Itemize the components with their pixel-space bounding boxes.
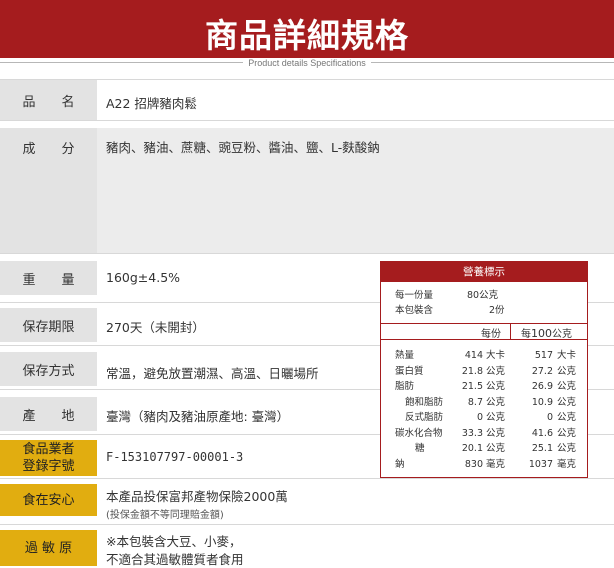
serving-size-label: 每一份量 xyxy=(395,290,434,301)
label-ingredients: 成 分 xyxy=(0,128,97,253)
nutrition-row-per-100g: 26.9 xyxy=(531,381,553,392)
nutrition-row-unit: 公克 xyxy=(486,365,506,377)
nutrition-row-unit: 公克 xyxy=(486,443,506,454)
nutrition-divider xyxy=(381,339,587,340)
header-subtitle-text: Product details Specifications xyxy=(243,58,371,68)
nutrition-row-unit: 公克 xyxy=(486,381,506,392)
value-allergen-line2: 不適合其過敏體質者食用 xyxy=(106,552,244,567)
nutrition-row-per-100g: 0 xyxy=(546,412,553,423)
header-banner: 商品詳細規格 xyxy=(0,0,614,58)
nutrition-row-unit: 公克 xyxy=(486,427,506,439)
nutrition-table: 營養標示 每一份量 80公克 本包裝含 2份 每份 每100公克 熱量 414 大卡… xyxy=(380,261,588,478)
row-divider xyxy=(0,478,614,479)
nutrition-row-name: 熱量 xyxy=(395,350,415,361)
value-origin: 臺灣（豬肉及豬油原產地: 臺灣） xyxy=(106,409,290,424)
nutrition-title: 營養標示 xyxy=(381,262,587,282)
nutrition-row-per-100g: 25.1 xyxy=(531,443,553,454)
nutrition-row-unit: 毫克 xyxy=(486,458,506,470)
value-ingredients: 豬肉、豬油、蔗糖、豌豆粉、醬油、鹽、L-麩酸鈉 xyxy=(106,140,380,155)
nutrition-row-name: 脂肪 xyxy=(395,381,415,392)
nutrition-row-unit: 公克 xyxy=(557,427,577,439)
nutrition-row-name: 飽和脂肪 xyxy=(405,396,444,408)
page-title: 商品詳細規格 xyxy=(205,16,409,55)
nutrition-row-per-serving: 830 xyxy=(464,458,483,470)
nutrition-row-unit: 公克 xyxy=(486,412,506,423)
nutrition-row-per-serving: 414 xyxy=(464,350,483,361)
nutrition-row-unit: 大卡 xyxy=(557,350,577,361)
label-weight: 重 量 xyxy=(0,261,97,295)
nutrition-row-per-100g: 27.2 xyxy=(531,365,553,377)
label-shelf-life: 保存期限 xyxy=(0,308,97,342)
nutrition-row-name: 蛋白質 xyxy=(395,365,424,377)
value-registration: F-153107797-00001-3 xyxy=(106,450,244,464)
nutrition-row-unit: 公克 xyxy=(557,443,577,454)
nutrition-row-name: 反式脂肪 xyxy=(405,412,444,423)
row-divider xyxy=(0,524,614,525)
nutrition-row-unit: 公克 xyxy=(557,412,577,423)
label-origin: 產 地 xyxy=(0,397,97,431)
nutrition-row-name: 碳水化合物 xyxy=(395,427,443,439)
label-registration: 食品業者 登錄字號 xyxy=(0,440,97,476)
nutrition-row-per-serving: 33.3 xyxy=(461,427,483,439)
label-product-name: 品 名 xyxy=(0,80,97,120)
nutrition-row-per-100g: 41.6 xyxy=(531,427,553,439)
value-shelf-life: 270天（未開封） xyxy=(106,320,205,335)
nutrition-row-per-serving: 0 xyxy=(476,412,483,423)
nutrition-row-per-serving: 8.7 xyxy=(467,396,483,408)
serving-size-value: 80公克 xyxy=(467,290,499,301)
nutrition-row-unit: 毫克 xyxy=(557,458,577,470)
col-per-100g: 每100公克 xyxy=(521,325,572,340)
label-allergen: 過 敏 原 xyxy=(0,530,97,566)
value-weight: 160g±4.5% xyxy=(106,270,181,285)
value-storage: 常溫，避免放置潮濕、高溫、日曬場所 xyxy=(106,366,319,381)
col-per-serving: 每份 xyxy=(481,329,501,340)
servings-value: 2份 xyxy=(489,305,505,316)
label-insurance: 食在安心 xyxy=(0,484,97,516)
row-divider xyxy=(0,253,614,254)
nutrition-row-unit: 公克 xyxy=(557,396,577,408)
servings-label: 本包裝含 xyxy=(395,305,434,316)
nutrition-row-name: 糖 xyxy=(415,443,425,454)
nutrition-row-per-100g: 517 xyxy=(534,350,553,361)
nutrition-row-per-serving: 20.1 xyxy=(461,443,483,454)
nutrition-row-unit: 公克 xyxy=(486,396,506,408)
label-storage: 保存方式 xyxy=(0,352,97,386)
nutrition-divider xyxy=(381,323,587,324)
nutrition-row-unit: 大卡 xyxy=(486,350,506,361)
nutrition-row-unit: 公克 xyxy=(557,381,577,392)
nutrition-row-per-serving: 21.5 xyxy=(461,381,483,392)
row-divider xyxy=(0,120,614,121)
header-subtitle: Product details Specifications xyxy=(0,57,614,69)
label-registration-line1: 食品業者 xyxy=(22,442,75,457)
value-product-name: A22 招牌豬肉鬆 xyxy=(106,96,197,111)
value-allergen-line1: ※本包裝含大豆、小麥， xyxy=(106,534,242,549)
value-insurance: 本產品投保富邦產物保險2000萬 xyxy=(106,489,288,504)
nutrition-row-unit: 公克 xyxy=(557,365,577,377)
label-registration-line2: 登錄字號 xyxy=(22,459,75,474)
nutrition-row-per-100g: 10.9 xyxy=(531,396,553,408)
nutrition-row-name: 鈉 xyxy=(395,458,405,470)
nutrition-col-divider xyxy=(510,323,511,339)
nutrition-row-per-serving: 21.8 xyxy=(461,365,483,377)
nutrition-row-per-100g: 1037 xyxy=(528,458,553,470)
value-insurance-note: (投保金額不等同理賠金額) xyxy=(106,510,224,521)
